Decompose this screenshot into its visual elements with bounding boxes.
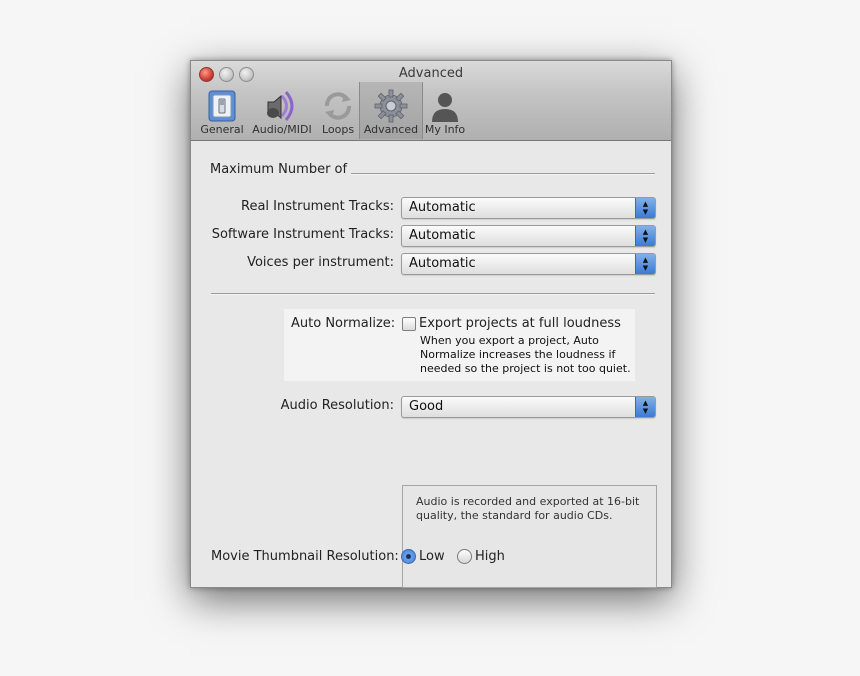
advanced-pane: Maximum Number of Real Instrument Tracks… bbox=[191, 141, 671, 588]
high-radio[interactable] bbox=[457, 549, 472, 564]
toolbar-general-label: General bbox=[200, 123, 244, 136]
toolbar-my-info-label: My Info bbox=[424, 123, 466, 136]
auto-normalize-description-line: needed so the project is not too quiet. bbox=[420, 362, 631, 375]
auto-normalize-description-line: Normalize increases the loudness if bbox=[420, 348, 616, 361]
low-radio[interactable] bbox=[401, 549, 416, 564]
separator bbox=[211, 293, 655, 295]
voices-per-instrument-label: Voices per instrument: bbox=[247, 255, 394, 270]
toolbar-my-info[interactable]: My Info bbox=[423, 82, 467, 139]
toolbar-advanced[interactable]: Advanced bbox=[359, 82, 423, 139]
light-switch-icon bbox=[208, 90, 236, 122]
auto-normalize-description-line: When you export a project, Auto bbox=[420, 334, 599, 347]
popup-value: Automatic bbox=[409, 200, 476, 215]
export-full-loudness-label[interactable]: Export projects at full loudness bbox=[419, 316, 621, 331]
voices-per-instrument-popup[interactable]: Automatic ▲ ▼ bbox=[401, 253, 656, 275]
chevron-up-down-icon: ▲ ▼ bbox=[635, 254, 655, 274]
toolbar-audio-midi-label: Audio/MIDI bbox=[252, 123, 312, 136]
speaker-icon bbox=[267, 91, 294, 121]
toolbar-loops[interactable]: Loops bbox=[317, 82, 359, 139]
toolbar-audio-midi[interactable]: Audio/MIDI bbox=[249, 82, 315, 139]
low-radio-label[interactable]: Low bbox=[419, 549, 445, 564]
software-instrument-tracks-label: Software Instrument Tracks: bbox=[211, 227, 394, 242]
popup-value: Good bbox=[409, 399, 444, 414]
chevron-up-down-icon: ▲ ▼ bbox=[635, 198, 655, 218]
audio-resolution-description-line: quality, the standard for audio CDs. bbox=[416, 509, 613, 522]
section-heading-maximum: Maximum Number of bbox=[210, 162, 348, 177]
toolbar-advanced-label: Advanced bbox=[363, 123, 419, 136]
chevron-up-down-icon: ▲ ▼ bbox=[635, 226, 655, 246]
audio-resolution-label: Audio Resolution: bbox=[280, 398, 394, 413]
software-instrument-tracks-popup[interactable]: Automatic ▲ ▼ bbox=[401, 225, 656, 247]
export-full-loudness-checkbox[interactable] bbox=[402, 317, 416, 331]
toolbar-loops-label: Loops bbox=[321, 123, 355, 136]
preferences-window: Advanced General Audio/MIDI Loops Advanc… bbox=[190, 60, 672, 588]
high-radio-label[interactable]: High bbox=[475, 549, 505, 564]
real-instrument-tracks-label: Real Instrument Tracks: bbox=[241, 199, 394, 214]
gear-icon bbox=[374, 89, 408, 123]
person-icon bbox=[432, 93, 458, 122]
audio-resolution-info-box: Audio is recorded and exported at 16-bit… bbox=[402, 485, 657, 588]
auto-normalize-label: Auto Normalize: bbox=[291, 316, 396, 331]
popup-value: Automatic bbox=[409, 228, 476, 243]
audio-resolution-popup[interactable]: Good ▲ ▼ bbox=[401, 396, 656, 418]
toolbar-general[interactable]: General bbox=[199, 82, 245, 139]
movie-thumbnail-resolution-label: Movie Thumbnail Resolution: bbox=[211, 549, 399, 564]
popup-value: Automatic bbox=[409, 256, 476, 271]
loop-arrows-icon bbox=[325, 92, 351, 120]
section-divider bbox=[351, 173, 655, 175]
chevron-up-down-icon: ▲ ▼ bbox=[635, 397, 655, 417]
real-instrument-tracks-popup[interactable]: Automatic ▲ ▼ bbox=[401, 197, 656, 219]
window-title: Advanced bbox=[398, 66, 464, 81]
audio-resolution-description-line: Audio is recorded and exported at 16-bit bbox=[416, 495, 640, 508]
title-bar: Advanced General Audio/MIDI Loops Advanc… bbox=[191, 61, 671, 141]
